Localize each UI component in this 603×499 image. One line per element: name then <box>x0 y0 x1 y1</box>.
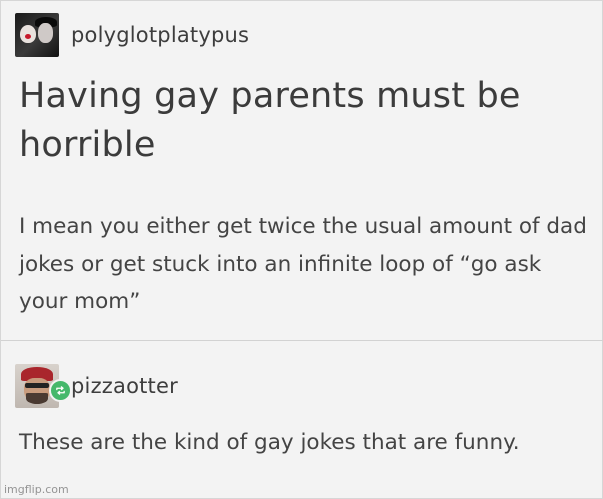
reblog-icon <box>49 379 72 402</box>
post-body: I mean you either get twice the usual am… <box>19 214 587 314</box>
avatar-beard <box>26 393 48 404</box>
screenshot-frame: polyglotplatypus Having gay parents must… <box>0 0 603 499</box>
watermark: imgflip.com <box>4 483 69 496</box>
avatar-glasses <box>25 383 49 388</box>
avatar-face <box>20 25 36 43</box>
post-divider <box>1 340 603 341</box>
avatar-face <box>38 23 53 43</box>
reblog-header: pizzaotter <box>15 362 178 410</box>
original-post-header: polyglotplatypus <box>15 12 249 58</box>
reblog-icon-glyph <box>56 386 65 395</box>
avatar[interactable] <box>15 13 59 57</box>
post-title: Having gay parents must be horrible <box>19 76 521 165</box>
username-link[interactable]: pizzaotter <box>71 374 178 398</box>
reblog-comment: These are the kind of gay jokes that are… <box>19 430 520 455</box>
username-link[interactable]: polyglotplatypus <box>71 23 249 47</box>
